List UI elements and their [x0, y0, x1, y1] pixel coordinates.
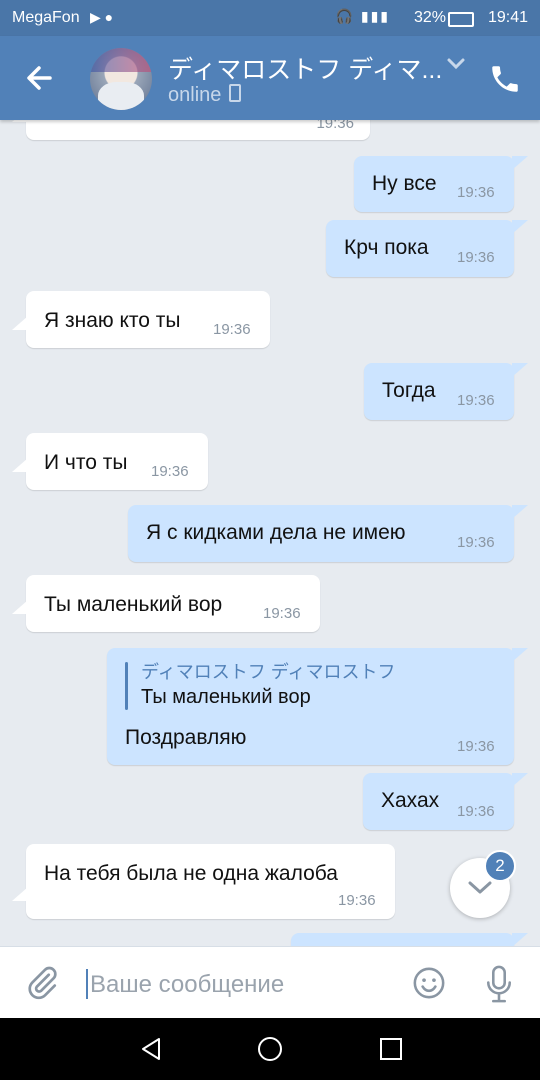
message-incoming[interactable]: И что ты 19:36: [12, 433, 208, 490]
message-text: Ну все: [372, 172, 437, 195]
message-outgoing[interactable]: [291, 933, 528, 946]
chevron-down-icon[interactable]: [446, 56, 466, 72]
message-time: 19:36: [338, 892, 376, 909]
message-time: 19:36: [457, 738, 495, 755]
message-time: 19:36: [316, 120, 354, 132]
nav-recents-icon[interactable]: [378, 1036, 404, 1062]
message-time: 19:36: [457, 392, 495, 409]
presence-status: online: [168, 84, 242, 107]
smiley-icon[interactable]: [412, 966, 446, 1000]
message-text: Хахах: [381, 789, 440, 812]
presence-label: online: [168, 84, 222, 106]
clock: 19:41: [487, 9, 528, 26]
message-text: Ты маленький вор: [44, 593, 223, 616]
reply-bar: [125, 662, 128, 710]
nav-back-icon[interactable]: [138, 1036, 164, 1062]
message-text: Крч пока: [344, 236, 429, 259]
message-time: 19:36: [457, 184, 495, 201]
message-time: 19:36: [151, 463, 189, 480]
reply-quote-text: Ты маленький вор: [141, 686, 311, 708]
message-incoming[interactable]: На тебя была не одна жалоба 19:36: [12, 844, 395, 919]
message-outgoing[interactable]: Крч пока 19:36: [326, 220, 528, 277]
message-time: 19:36: [263, 605, 301, 622]
microphone-icon[interactable]: [484, 964, 514, 1004]
battery-percent: 32%: [413, 9, 446, 26]
message-text: Я с кидками дела не имею: [146, 521, 406, 544]
carrier-label: MegaFon: [12, 9, 80, 26]
reply-author: ディマロストフ ディマロストフ: [141, 662, 396, 682]
message-incoming[interactable]: Я знаю кто ты 19:36: [12, 291, 270, 348]
message-time: 19:36: [213, 321, 251, 338]
message-incoming[interactable]: Ты маленький вор 19:36: [12, 575, 320, 632]
message-text: Тогда: [382, 379, 436, 402]
phone-icon[interactable]: [488, 62, 522, 96]
message-outgoing[interactable]: Тогда 19:36: [364, 363, 528, 420]
mobile-icon: [229, 84, 242, 102]
message-time: 19:36: [457, 803, 495, 820]
message-text: На тебя была не одна жалоба: [44, 862, 338, 885]
unread-badge: 2: [484, 850, 516, 882]
message-outgoing[interactable]: Я с кидками дела не имею 19:36: [128, 505, 528, 562]
status-notification-icons: ▶ ●: [90, 9, 114, 25]
battery-icon: [448, 12, 474, 27]
system-nav-bar: [0, 1018, 540, 1080]
message-text: И что ты: [44, 451, 128, 474]
message-text: Поздравляю: [125, 726, 247, 749]
system-status-icons: 🎧 ▮▮▮: [335, 8, 390, 24]
message-outgoing-reply[interactable]: ディマロストフ ディマロストフ Ты маленький вор Поздрав…: [107, 648, 528, 765]
arrow-left-icon: [27, 66, 52, 90]
message-time: 19:36: [457, 534, 495, 551]
message-time: 19:36: [457, 249, 495, 266]
message-list[interactable]: 19:36 Ну все 19:36 Крч пока 19:36 Я знаю…: [0, 120, 540, 946]
contact-name[interactable]: ディマロストフ ディマ...: [168, 50, 442, 86]
status-bar: MegaFon ▶ ● 🎧 ▮▮▮ 32% 19:41: [0, 0, 540, 36]
paperclip-icon[interactable]: [24, 965, 60, 1001]
chat-header: ディマロストフ ディマ... online: [0, 36, 540, 120]
message-outgoing[interactable]: Ну все 19:36: [354, 156, 528, 212]
avatar[interactable]: [90, 48, 152, 110]
message-text: Я знаю кто ты: [44, 309, 181, 332]
message-composer: [0, 946, 540, 1019]
message-outgoing[interactable]: Хахах 19:36: [363, 773, 528, 830]
chevron-down-icon: [468, 881, 492, 894]
back-button[interactable]: [20, 58, 60, 98]
nav-home-icon[interactable]: [257, 1036, 283, 1062]
message-incoming[interactable]: 19:36: [12, 120, 370, 140]
message-input[interactable]: [88, 967, 392, 1003]
